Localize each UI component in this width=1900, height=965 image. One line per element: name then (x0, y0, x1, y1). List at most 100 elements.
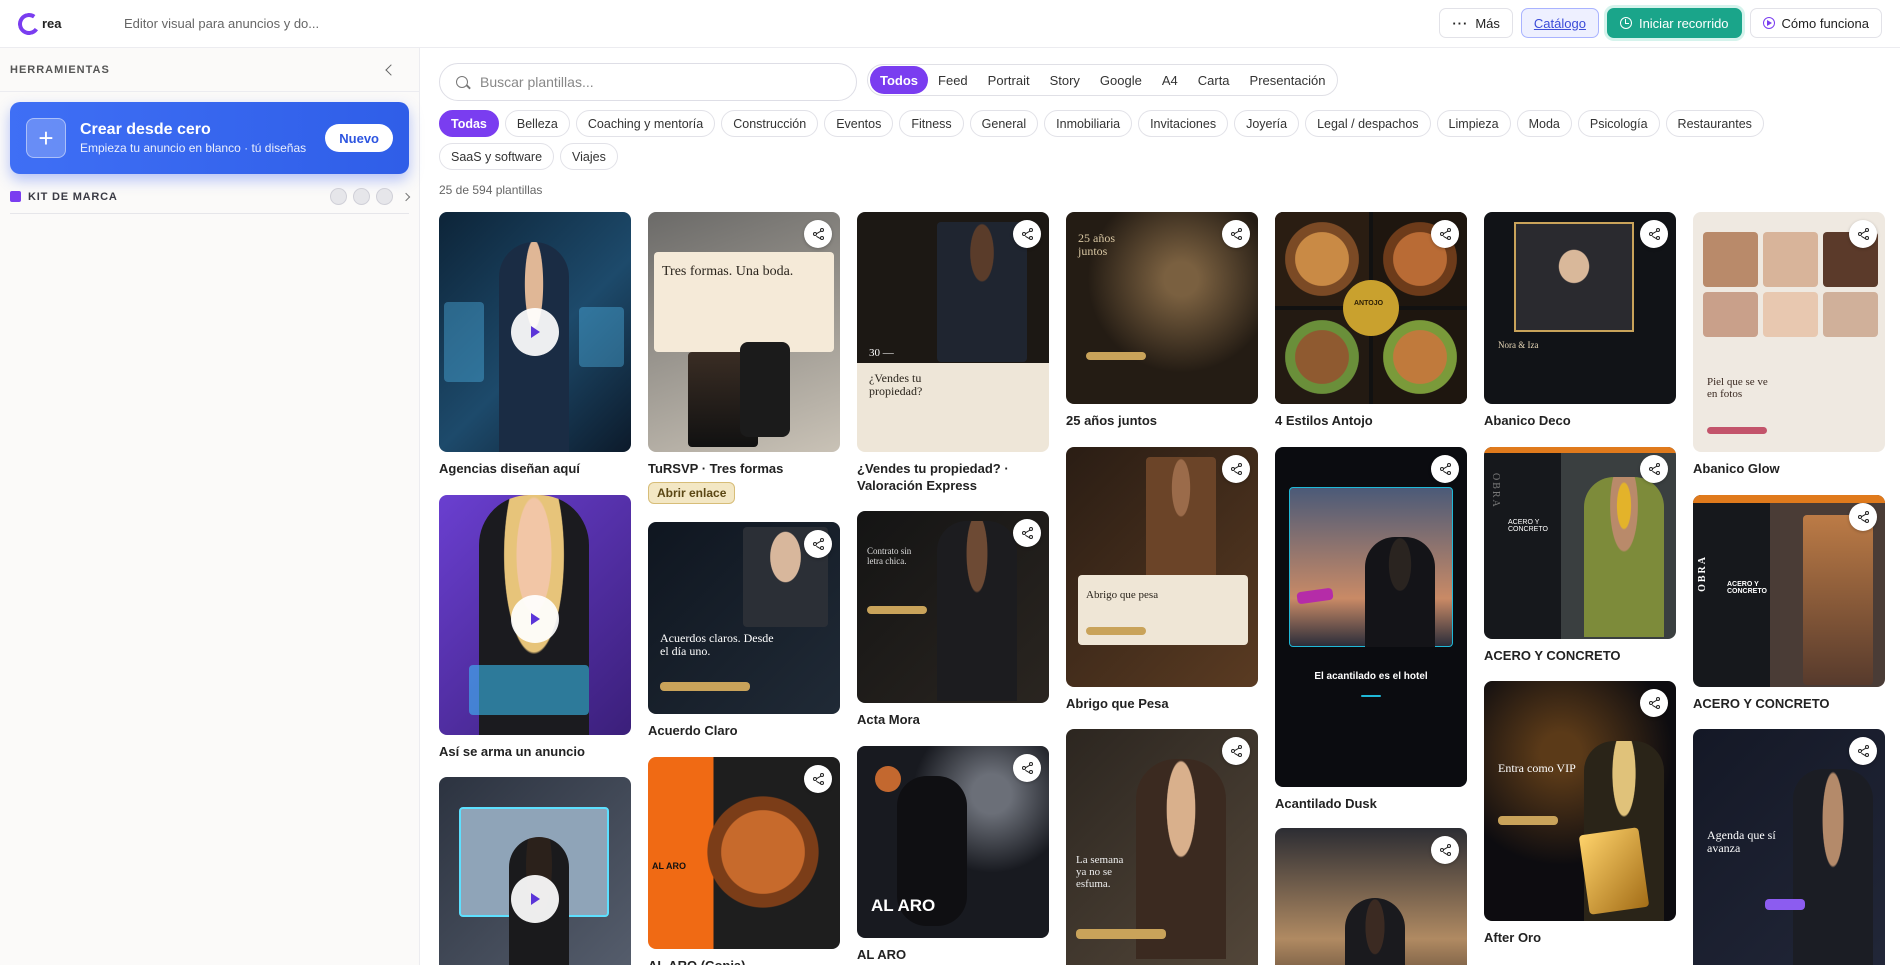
how-label: Cómo funciona (1781, 15, 1869, 31)
template-thumbnail (439, 212, 631, 452)
share-icon[interactable] (1431, 220, 1459, 248)
template-card[interactable]: Acuerdos claros. Desde el día uno. Acuer… (648, 522, 840, 739)
category-chip[interactable]: SaaS y software (439, 143, 555, 170)
format-tab[interactable]: Google (1090, 66, 1152, 94)
play-icon[interactable] (511, 595, 559, 643)
category-chip[interactable]: Psicología (1577, 110, 1660, 137)
share-icon[interactable] (1431, 836, 1459, 864)
play-icon[interactable] (511, 875, 559, 923)
format-tab[interactable]: Carta (1188, 66, 1240, 94)
template-card[interactable]: Nora & Iza Abanico Deco (1484, 212, 1676, 429)
share-icon[interactable] (1849, 503, 1877, 531)
category-chip[interactable]: Legal / despachos (1305, 110, 1431, 137)
template-card[interactable]: Agencias diseñan aquí (439, 212, 631, 477)
thumbnail-text: 25 años juntos (1078, 231, 1115, 258)
template-card[interactable]: OBRA ACERO Y CONCRETO ACERO Y CONCRETO (1693, 495, 1885, 712)
brand-kit-row[interactable]: KIT DE MARCA (10, 186, 411, 214)
template-thumbnail: Agenda que sí avanza (1693, 729, 1885, 965)
create-title: Crear desde cero (80, 121, 211, 138)
template-card[interactable] (1275, 828, 1467, 965)
template-title: After Oro (1484, 930, 1542, 945)
share-icon[interactable] (1013, 754, 1041, 782)
share-icon[interactable] (1013, 220, 1041, 248)
results-count: 25 de 594 plantillas (439, 183, 543, 197)
category-chip[interactable]: Coaching y mentoría (575, 110, 716, 137)
format-tab[interactable]: Portrait (978, 66, 1040, 94)
category-chip[interactable]: Joyería (1234, 110, 1300, 137)
category-chip[interactable]: Invitaciones (1138, 110, 1229, 137)
thumbnail-text: Agenda que sí avanza (1707, 828, 1776, 855)
template-card[interactable]: Entra como VIP After Oro (1484, 681, 1676, 946)
category-chip[interactable]: Viajes (560, 143, 618, 170)
share-icon[interactable] (1640, 220, 1668, 248)
format-tab[interactable]: Todos (870, 66, 929, 94)
category-chip[interactable]: Eventos (824, 110, 894, 137)
template-thumbnail: Entra como VIP (1484, 681, 1676, 921)
share-icon[interactable] (1640, 689, 1668, 717)
category-chip[interactable]: General (969, 110, 1039, 137)
app-logo[interactable]: rea (16, 10, 88, 37)
format-tab[interactable]: Feed (928, 66, 978, 94)
category-chip[interactable]: Restaurantes (1665, 110, 1764, 137)
share-icon[interactable] (1013, 519, 1041, 547)
template-card[interactable]: AL ARO AL ARO (857, 746, 1049, 963)
category-chip[interactable]: Construcción (721, 110, 819, 137)
catalog-button[interactable]: Catálogo (1520, 8, 1599, 38)
format-tab[interactable]: Presentación (1240, 66, 1336, 94)
template-title: 25 años juntos (1066, 413, 1158, 428)
thumbnail-number: 30 — (869, 347, 894, 359)
template-title: Acuerdo Claro (648, 723, 738, 738)
play-icon[interactable] (511, 308, 559, 356)
template-thumbnail (1275, 828, 1467, 965)
more-button[interactable]: ··· Más (1439, 8, 1513, 38)
share-icon[interactable] (1222, 220, 1250, 248)
search-box[interactable] (439, 63, 857, 101)
template-title: Acantilado Dusk (1275, 796, 1377, 811)
template-card[interactable]: Tres formas. Una boda. TuRSVP · Tres for… (648, 212, 840, 504)
collapse-sidebar-icon[interactable] (385, 63, 397, 76)
template-card[interactable]: 25 años juntos 25 años juntos (1066, 212, 1258, 429)
template-title: Así se arma un anuncio (439, 744, 585, 759)
template-thumbnail: OBRA ACERO Y CONCRETO (1693, 495, 1885, 687)
share-icon[interactable] (1222, 455, 1250, 483)
sidebar-title: HERRAMIENTAS (10, 63, 110, 76)
category-chip[interactable]: Todas (439, 110, 499, 137)
template-card[interactable]: Abrigo que pesa Abrigo que Pesa (1066, 447, 1258, 712)
template-card[interactable]: Piel que se ve en fotos Abanico Glow (1693, 212, 1885, 477)
share-icon[interactable] (1431, 455, 1459, 483)
share-icon[interactable] (804, 765, 832, 793)
template-card[interactable] (439, 777, 631, 965)
template-thumbnail: ANTOJO (1275, 212, 1467, 404)
category-chip[interactable]: Belleza (504, 110, 570, 137)
category-chip[interactable]: Inmobiliaria (1044, 110, 1133, 137)
share-icon[interactable] (1222, 737, 1250, 765)
template-card[interactable]: 30 — ¿Vendes tu propiedad? ¿Vendes tu pr… (857, 212, 1049, 494)
open-link-button[interactable]: Abrir enlace (648, 482, 736, 504)
new-button[interactable]: Nuevo (325, 124, 393, 152)
format-tab[interactable]: A4 (1152, 66, 1188, 94)
start-tour-button[interactable]: Iniciar recorrido (1606, 8, 1742, 38)
template-card[interactable]: AL ARO AL ARO (Copia) (648, 757, 840, 965)
share-icon[interactable] (1849, 220, 1877, 248)
search-input[interactable] (480, 74, 820, 90)
create-from-scratch-card[interactable]: + Crear desde cero Empieza tu anuncio en… (10, 102, 409, 174)
category-chip[interactable]: Moda (1516, 110, 1572, 137)
template-card[interactable]: La semana ya no se esfuma. (1066, 729, 1258, 965)
category-chip[interactable]: Fitness (899, 110, 964, 137)
share-icon[interactable] (804, 220, 832, 248)
template-card[interactable]: Así se arma un anuncio (439, 495, 631, 760)
share-icon[interactable] (804, 530, 832, 558)
catalog-main: TodosFeedPortraitStoryGoogleA4CartaPrese… (421, 48, 1900, 965)
template-thumbnail: AL ARO (857, 746, 1049, 938)
template-card[interactable]: Contrato sin letra chica. Acta Mora (857, 511, 1049, 728)
template-card[interactable]: El acantilado es el hotel Acantilado Dus… (1275, 447, 1467, 812)
format-tab[interactable]: Story (1040, 66, 1090, 94)
template-card[interactable]: OBRA ACERO Y CONCRETO ACERO Y CONCRETO (1484, 447, 1676, 664)
category-chip[interactable]: Limpieza (1436, 110, 1511, 137)
template-card[interactable]: ANTOJO 4 Estilos Antojo (1275, 212, 1467, 429)
how-it-works-button[interactable]: Cómo funciona (1749, 8, 1882, 38)
share-icon[interactable] (1640, 455, 1668, 483)
share-icon[interactable] (1849, 737, 1877, 765)
template-card[interactable]: Agenda que sí avanza (1693, 729, 1885, 965)
brand-kit-label: KIT DE MARCA (28, 190, 118, 203)
